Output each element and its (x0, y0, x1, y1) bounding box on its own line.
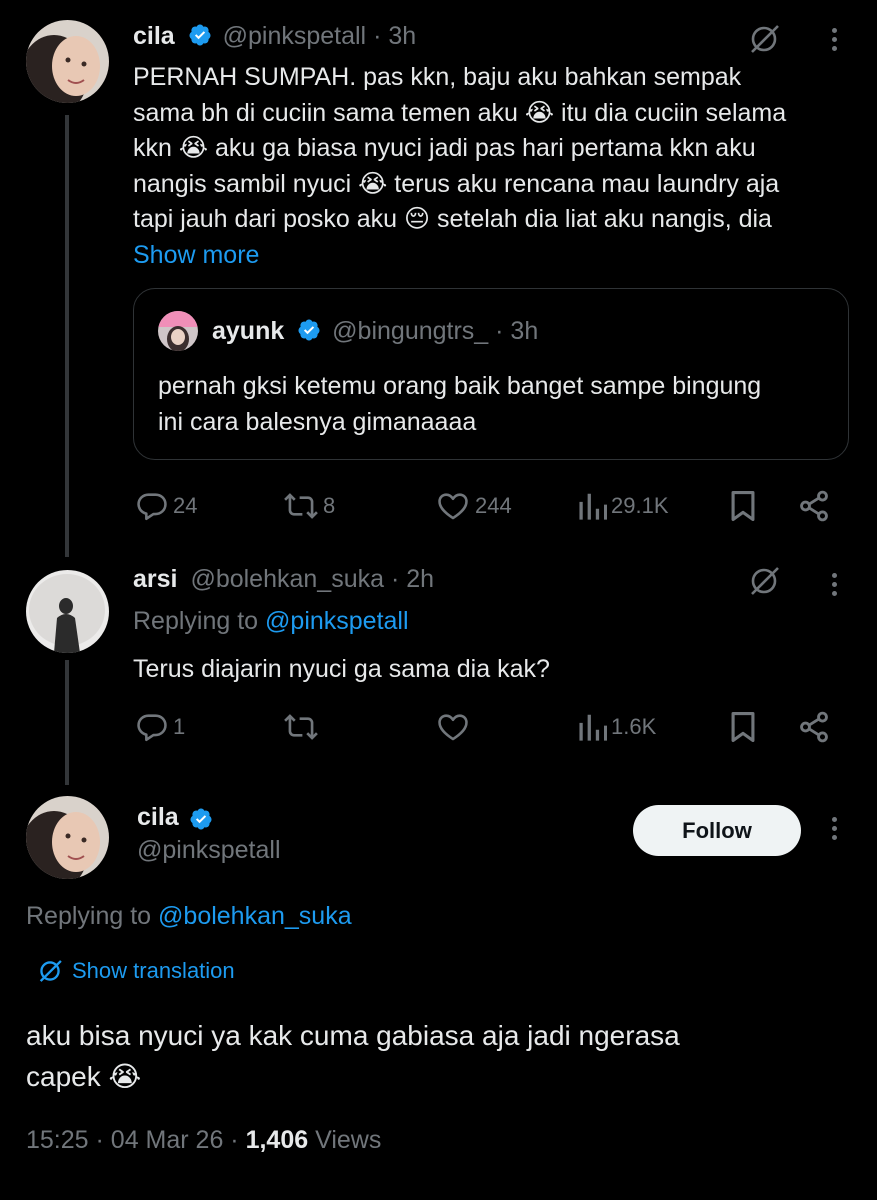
quote-text: pernah gksi ketemu orang baik banget sam… (158, 369, 838, 440)
grok-icon[interactable] (746, 563, 782, 599)
like-count: 244 (475, 493, 512, 518)
reply-icon (137, 714, 167, 742)
avatar-ayunk (158, 311, 198, 351)
bookmark-button[interactable] (728, 486, 758, 526)
text-line: tapi jauh dari posko aku 😔 setelah dia l… (133, 205, 772, 233)
views-count: 1.6K (611, 714, 657, 739)
tweet1-text: PERNAH SUMPAH. pas kkn, baju aku bahkan … (133, 60, 853, 273)
repost-icon (284, 493, 318, 519)
views-button[interactable]: 29.1K (577, 486, 669, 526)
text-line: sama bh di cuciin sama temen aku 😭 itu d… (133, 98, 787, 127)
timestamp[interactable]: · 2h (391, 565, 434, 593)
display-name: ayunk (212, 317, 285, 345)
handle[interactable]: @pinkspetall (223, 22, 367, 50)
like-button[interactable] (435, 707, 471, 747)
handle: @bingungtrs_ (332, 317, 489, 345)
display-name[interactable]: cila (137, 803, 179, 831)
replying-to: Replying to @bolehkan_suka (26, 902, 352, 931)
reply-button[interactable]: 24 (135, 486, 197, 526)
share-icon (800, 711, 828, 743)
replying-handle-link[interactable]: @bolehkan_suka (158, 902, 352, 930)
tweet2-header: arsi @bolehkan_suka · 2h (133, 565, 434, 599)
share-button[interactable] (797, 707, 831, 747)
like-button[interactable]: 244 (435, 486, 512, 526)
display-name[interactable]: arsi (133, 565, 177, 593)
timestamp[interactable]: · 3h (373, 22, 416, 50)
views-label: Views (315, 1126, 382, 1154)
replying-to: Replying to @pinkspetall (133, 607, 409, 636)
thread-connector (65, 115, 69, 557)
show-more-link[interactable]: Show more (133, 238, 853, 274)
text-line: nangis sambil nyuci 😭 terus aku rencana … (133, 169, 780, 198)
replying-prefix: Replying to (133, 607, 259, 635)
replying-prefix: Replying to (26, 902, 152, 930)
tweet3-name-row: cila (137, 803, 213, 835)
text-line: capek 😭 (26, 1061, 142, 1092)
verified-badge-icon (189, 24, 211, 46)
more-icon[interactable] (832, 28, 838, 55)
more-icon[interactable] (832, 817, 838, 844)
display-name[interactable]: cila (133, 22, 175, 50)
show-translation-button[interactable]: Show translation (36, 957, 235, 985)
more-icon[interactable] (832, 573, 838, 600)
handle[interactable]: @pinkspetall (137, 836, 281, 865)
reply-count: 1 (173, 714, 186, 739)
tweet2-text: Terus diajarin nyuci ga sama dia kak? (133, 655, 550, 683)
views-icon (579, 714, 607, 741)
reply-count: 24 (173, 493, 198, 518)
handle[interactable]: @bolehkan_suka (190, 565, 384, 593)
like-icon (438, 714, 468, 741)
translate-icon (39, 960, 62, 982)
replying-handle-link[interactable]: @pinkspetall (265, 607, 409, 635)
tweet-date[interactable]: · 04 Mar 26 · (96, 1126, 239, 1154)
timestamp: · 3h (495, 317, 539, 345)
text-line: PERNAH SUMPAH. pas kkn, baju aku bahkan … (133, 63, 742, 91)
share-button[interactable] (797, 486, 831, 526)
repost-button[interactable] (283, 707, 319, 747)
bookmark-button[interactable] (728, 707, 758, 747)
views-icon (579, 493, 607, 520)
quote-header: ayunk @bingungtrs_ · 3h (212, 317, 538, 346)
views-button[interactable]: 1.6K (577, 707, 656, 747)
show-translation-label: Show translation (72, 958, 235, 983)
text-line: ini cara balesnya gimanaaaa (158, 407, 477, 436)
thread-connector (65, 660, 69, 785)
text-line: pernah gksi ketemu orang baik banget sam… (158, 372, 762, 400)
quoted-tweet[interactable]: ayunk @bingungtrs_ · 3h pernah gksi kete… (133, 288, 849, 460)
reply-button[interactable]: 1 (135, 707, 185, 747)
avatar-cila[interactable] (26, 796, 109, 879)
share-icon (800, 490, 828, 522)
grok-icon[interactable] (746, 21, 782, 57)
text-line: aku bisa nyuci ya kak cuma gabiasa aja j… (26, 1020, 680, 1051)
verified-badge-icon (298, 319, 320, 341)
reply-icon (137, 493, 167, 521)
tweet2-actions: 1 1.6K (133, 707, 833, 747)
tweet-meta: 15:25 · 04 Mar 26 · 1,406 Views (26, 1126, 381, 1155)
tweet-time[interactable]: 15:25 (26, 1126, 89, 1154)
tweet1-actions: 24 8 244 29.1K (133, 486, 833, 526)
avatar-cila[interactable] (26, 20, 109, 103)
like-icon (438, 493, 468, 520)
views-count: 29.1K (611, 493, 669, 518)
avatar-arsi[interactable] (26, 570, 109, 653)
views-count: 1,406 (245, 1126, 309, 1154)
follow-button[interactable]: Follow (633, 805, 801, 856)
verified-badge-icon (190, 808, 212, 830)
repost-button[interactable]: 8 (283, 486, 335, 526)
tweet3-text: aku bisa nyuci ya kak cuma gabiasa aja j… (26, 1015, 856, 1097)
repost-icon (284, 714, 318, 740)
bookmark-icon (731, 490, 755, 522)
text-line: kkn 😭 aku ga biasa nyuci jadi pas hari p… (133, 134, 756, 162)
tweet1-header: cila @pinkspetall · 3h (133, 22, 416, 56)
repost-count: 8 (323, 493, 336, 518)
bookmark-icon (731, 711, 755, 743)
